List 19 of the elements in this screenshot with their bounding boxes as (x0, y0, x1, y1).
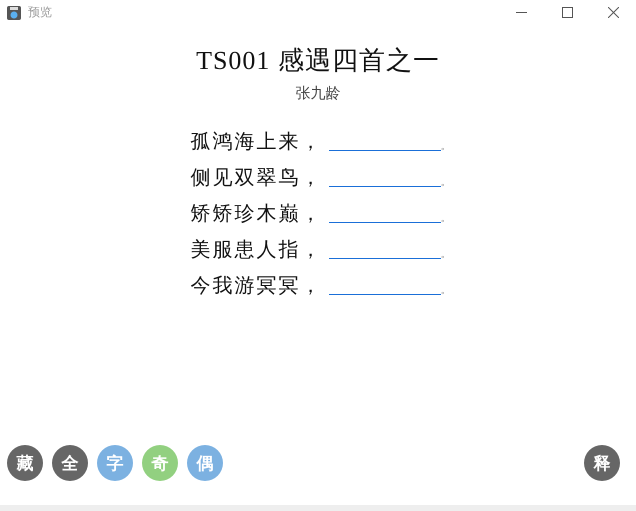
mode-button[interactable]: 全 (52, 445, 88, 481)
poem-line: 今我游冥冥， (190, 274, 322, 299)
window-title: 预览 (28, 4, 53, 21)
close-icon (608, 7, 618, 18)
period-mark: 。 (440, 139, 452, 153)
poem-title: TS001 感遇四首之一 (196, 45, 440, 77)
app-icon (6, 4, 22, 20)
poem-line: 矫矫珍木巅， (190, 202, 322, 227)
mode-button[interactable]: 藏 (7, 445, 43, 481)
maximize-icon (562, 7, 572, 18)
poem-line: 侧见双翠鸟， (190, 166, 322, 191)
poem-author: 张九龄 (296, 84, 340, 103)
period-mark: 。 (440, 283, 452, 297)
poem-line: 孤鸿海上来， (190, 130, 322, 155)
explain-button[interactable]: 释 (584, 445, 620, 481)
poem-line: 美服患人指， (190, 238, 322, 263)
period-mark: 。 (440, 247, 452, 261)
period-mark: 。 (440, 211, 452, 225)
period-mark: 。 (440, 175, 452, 189)
